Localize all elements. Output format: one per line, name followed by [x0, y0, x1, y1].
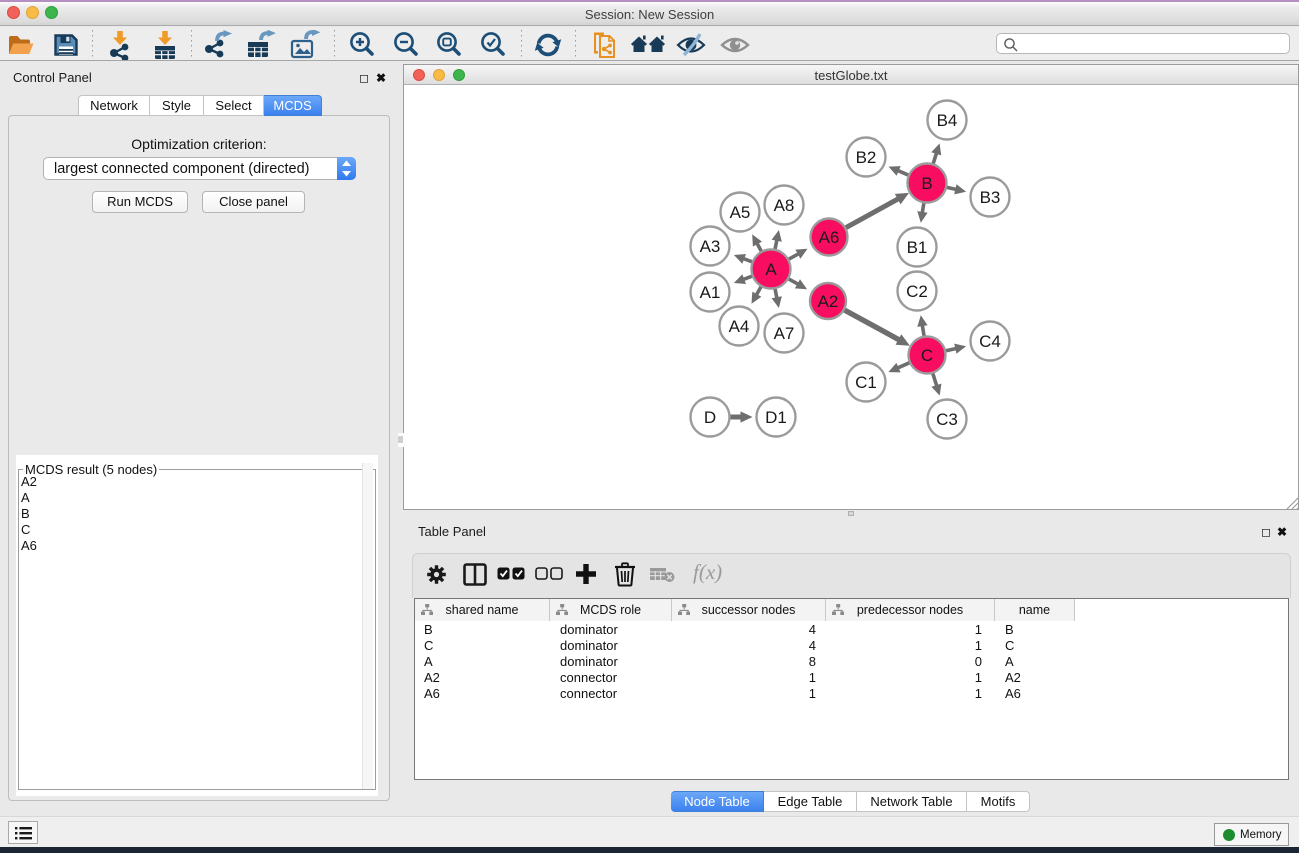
svg-text:A2: A2 — [818, 292, 839, 311]
svg-text:B1: B1 — [907, 238, 928, 257]
svg-text:B3: B3 — [980, 188, 1001, 207]
svg-text:A7: A7 — [774, 324, 795, 343]
svg-text:A: A — [765, 260, 777, 279]
svg-text:C3: C3 — [936, 410, 958, 429]
svg-text:A6: A6 — [819, 228, 840, 247]
svg-text:C1: C1 — [855, 373, 877, 392]
svg-text:A8: A8 — [774, 196, 795, 215]
svg-text:B: B — [921, 174, 932, 193]
svg-text:C2: C2 — [906, 282, 928, 301]
svg-text:A3: A3 — [700, 237, 721, 256]
svg-text:A1: A1 — [700, 283, 721, 302]
svg-text:B2: B2 — [856, 148, 877, 167]
svg-text:C4: C4 — [979, 332, 1001, 351]
svg-text:C: C — [921, 346, 933, 365]
svg-text:D: D — [704, 408, 716, 427]
svg-text:A4: A4 — [729, 317, 750, 336]
svg-text:A5: A5 — [730, 203, 751, 222]
svg-text:B4: B4 — [937, 111, 958, 130]
svg-text:D1: D1 — [765, 408, 787, 427]
